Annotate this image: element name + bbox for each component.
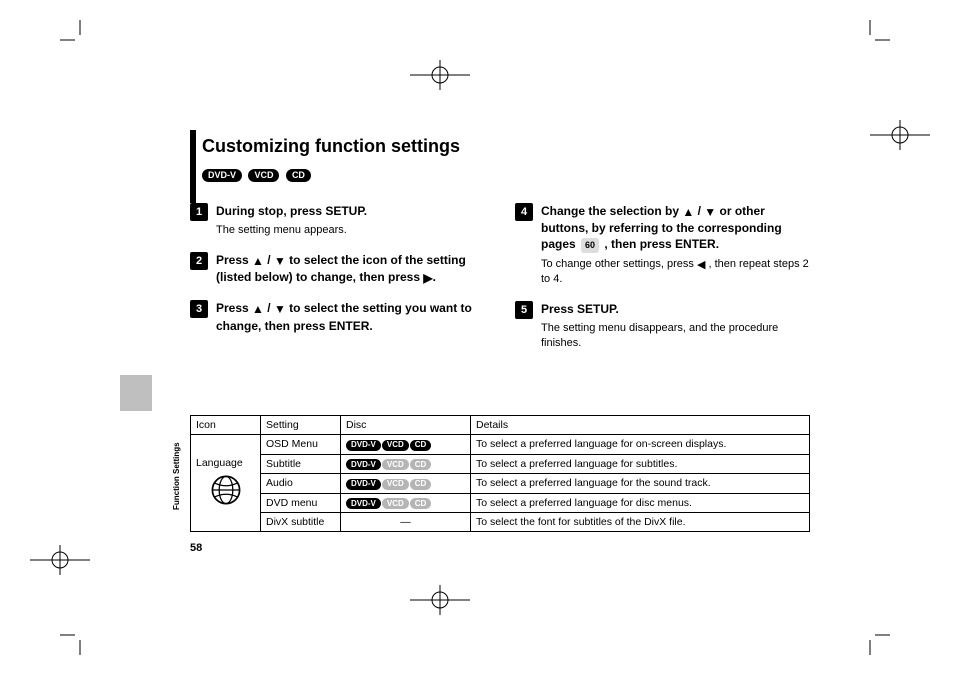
step-4: 4 Change the selection by ▲ / ▼ or other… — [515, 203, 810, 287]
disc-badges-cell: DVD-VVCDCD — [341, 454, 471, 474]
sidebar-tab-block — [120, 375, 152, 411]
disc-badge: DVD-V — [346, 479, 381, 490]
step-heading: Change the selection by ▲ / ▼ or other b… — [541, 203, 810, 253]
down-arrow-icon: ▼ — [704, 204, 716, 220]
disc-badges-cell: DVD-VVCDCD — [341, 493, 471, 513]
step-description: The setting menu disappears, and the pro… — [541, 321, 810, 351]
text: / — [264, 301, 274, 315]
section-title: Customizing function settings — [202, 130, 460, 161]
steps-left-column: 1 During stop, press SETUP. The setting … — [190, 203, 485, 365]
step-heading: Press ▲ / ▼ to select the icon of the se… — [216, 252, 485, 286]
setting-name: Subtitle — [261, 454, 341, 474]
text: Change the selection by — [541, 204, 682, 218]
step-number: 1 — [190, 203, 208, 221]
page-content: Customizing function settings DVD-V VCD … — [190, 130, 810, 365]
text: To change other settings, press — [541, 258, 697, 270]
disc-badges-cell: — — [341, 513, 471, 532]
badge-vcd: VCD — [248, 169, 279, 182]
icon-cell-language: Language — [191, 435, 261, 532]
up-arrow-icon: ▲ — [682, 204, 694, 220]
col-header-icon: Icon — [191, 416, 261, 435]
col-header-setting: Setting — [261, 416, 341, 435]
table-header-row: Icon Setting Disc Details — [191, 416, 810, 435]
down-arrow-icon: ▼ — [274, 253, 286, 269]
setting-details: To select a preferred language for the s… — [471, 474, 810, 494]
page-reference: 60 — [581, 238, 599, 252]
setting-name: Audio — [261, 474, 341, 494]
disc-badges-cell: DVD-VVCDCD — [341, 474, 471, 494]
setting-details: To select a preferred language for on-sc… — [471, 435, 810, 455]
badge-cd: CD — [286, 169, 311, 182]
badge-dvd-v: DVD-V — [202, 169, 242, 182]
step-heading: Press ▲ / ▼ to select the setting you wa… — [216, 300, 485, 333]
disc-badge: CD — [410, 459, 432, 470]
setting-name: DVD menu — [261, 493, 341, 513]
disc-badge: DVD-V — [346, 440, 381, 451]
step-3: 3 Press ▲ / ▼ to select the setting you … — [190, 300, 485, 333]
disc-badge: CD — [410, 479, 432, 490]
table-row: Subtitle DVD-VVCDCD To select a preferre… — [191, 454, 810, 474]
setting-details: To select a preferred language for disc … — [471, 493, 810, 513]
text: Press — [216, 253, 252, 267]
icon-label: Language — [196, 457, 255, 469]
disc-badge: VCD — [382, 459, 409, 470]
step-5: 5 Press SETUP. The setting menu disappea… — [515, 301, 810, 351]
setting-name: OSD Menu — [261, 435, 341, 455]
disc-badge: CD — [410, 498, 432, 509]
step-1: 1 During stop, press SETUP. The setting … — [190, 203, 485, 238]
settings-table-wrap: Icon Setting Disc Details Language OSD M… — [190, 415, 810, 532]
sidebar: Function Settings — [160, 380, 174, 520]
step-number: 2 — [190, 252, 208, 270]
step-heading: During stop, press SETUP. — [216, 203, 485, 219]
table-row: DivX subtitle — To select the font for s… — [191, 513, 810, 532]
disc-badge: CD — [410, 440, 432, 451]
text: / — [264, 253, 274, 267]
step-number: 3 — [190, 300, 208, 318]
setting-details: To select the font for subtitles of the … — [471, 513, 810, 532]
disc-badge: DVD-V — [346, 459, 381, 470]
up-arrow-icon: ▲ — [252, 253, 264, 269]
applicable-disc-badges: DVD-V VCD CD — [202, 165, 460, 183]
disc-badge: VCD — [382, 440, 409, 451]
down-arrow-icon: ▼ — [274, 301, 286, 317]
steps-right-column: 4 Change the selection by ▲ / ▼ or other… — [515, 203, 810, 365]
text: . — [433, 270, 436, 284]
language-globe-icon — [209, 473, 243, 507]
table-row: DVD menu DVD-VVCDCD To select a preferre… — [191, 493, 810, 513]
right-arrow-icon: ▶ — [423, 270, 432, 286]
disc-badge: VCD — [382, 498, 409, 509]
step-description: To change other settings, press ◀ , then… — [541, 257, 810, 288]
disc-badge: VCD — [382, 479, 409, 490]
disc-badges-cell: DVD-VVCDCD — [341, 435, 471, 455]
step-2: 2 Press ▲ / ▼ to select the icon of the … — [190, 252, 485, 286]
step-description: The setting menu appears. — [216, 223, 485, 238]
page-number: 58 — [190, 542, 202, 554]
sidebar-section-label: Function Settings — [172, 442, 181, 510]
col-header-details: Details — [471, 416, 810, 435]
text: Press — [216, 301, 252, 315]
step-heading: Press SETUP. — [541, 301, 810, 317]
step-number: 4 — [515, 203, 533, 221]
table-row: Audio DVD-VVCDCD To select a preferred l… — [191, 474, 810, 494]
text: , then press ENTER. — [601, 237, 719, 251]
settings-table: Icon Setting Disc Details Language OSD M… — [190, 415, 810, 532]
up-arrow-icon: ▲ — [252, 301, 264, 317]
setting-details: To select a preferred language for subti… — [471, 454, 810, 474]
text: / — [694, 204, 704, 218]
setting-name: DivX subtitle — [261, 513, 341, 532]
table-row: Language OSD Menu DVD-VVCDCD To select a… — [191, 435, 810, 455]
col-header-disc: Disc — [341, 416, 471, 435]
disc-badge: DVD-V — [346, 498, 381, 509]
step-number: 5 — [515, 301, 533, 319]
title-accent-bar — [190, 130, 196, 203]
